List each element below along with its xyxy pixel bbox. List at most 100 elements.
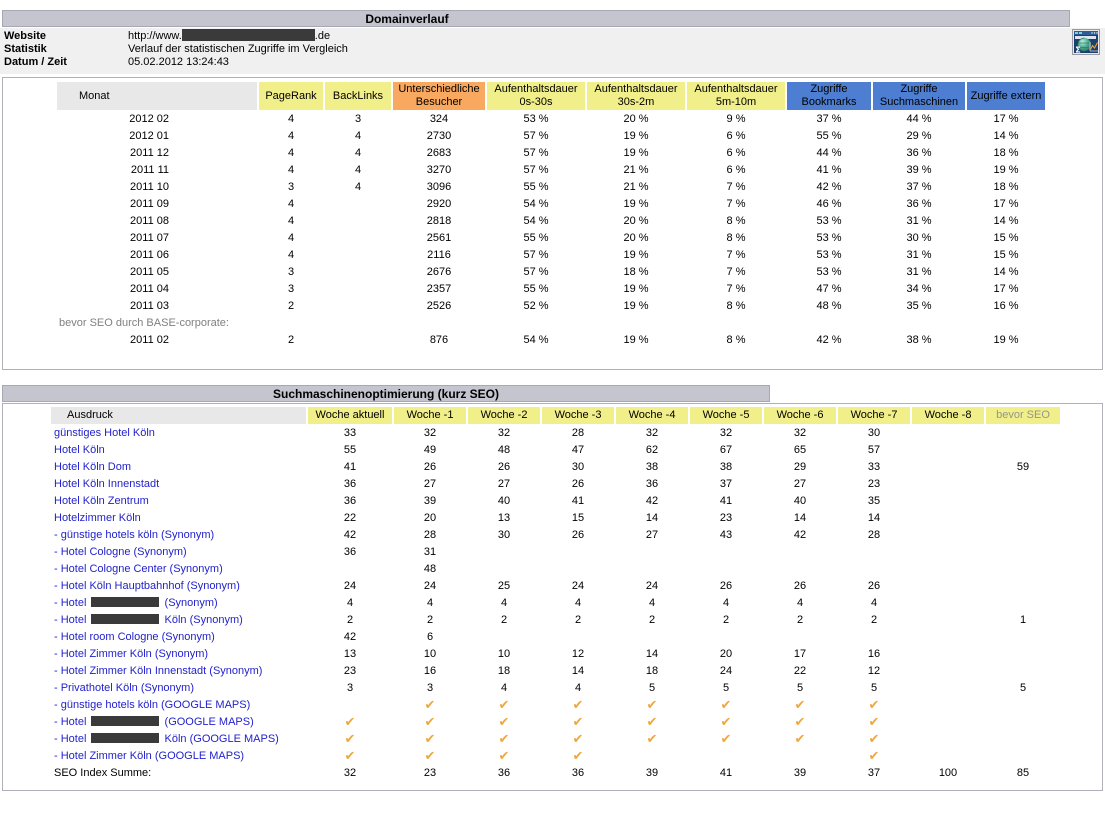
rank-value-cell: 36 xyxy=(616,475,688,492)
table-row: 2011 074256155 %20 %8 %53 %30 %15 % xyxy=(7,229,1045,246)
rank-value-cell: ✔ xyxy=(838,730,910,747)
check-icon: ✔ xyxy=(869,748,880,763)
rank-value-cell xyxy=(912,492,984,509)
spacer-cell xyxy=(7,764,49,781)
rank-value-cell: 16 xyxy=(838,645,910,662)
website-url-suffix: .de xyxy=(315,30,330,42)
stat-value-cell: 19 % xyxy=(967,331,1045,348)
stat-value-cell: 15 % xyxy=(967,246,1045,263)
keyword-link[interactable]: Hotel Köln xyxy=(51,441,306,458)
stat-value-cell xyxy=(325,297,391,314)
stat-value-cell: 31 % xyxy=(873,212,965,229)
keyword-row: - Hotel Köln (Synonym)222222221 xyxy=(7,611,1060,628)
check-icon: ✔ xyxy=(647,731,658,746)
keyword-link[interactable]: - Hotel room Cologne (Synonym) xyxy=(51,628,306,645)
rank-value-cell: 33 xyxy=(308,424,392,441)
rank-value-cell: 14 xyxy=(838,509,910,526)
stat-value-cell: 3 xyxy=(259,178,323,195)
rank-value-cell: 29 xyxy=(764,458,836,475)
stat-value-cell: 42 % xyxy=(787,178,871,195)
rank-value-cell xyxy=(912,747,984,764)
check-icon: ✔ xyxy=(425,748,436,763)
rank-value-cell: 2 xyxy=(838,611,910,628)
rank-value-cell: 14 xyxy=(764,509,836,526)
rank-value-cell: 36 xyxy=(308,475,392,492)
rank-value-cell: 4 xyxy=(308,594,392,611)
check-icon: ✔ xyxy=(425,731,436,746)
stat-value-cell: 35 % xyxy=(873,297,965,314)
keyword-row: - günstige hotels köln (Synonym)42283026… xyxy=(7,526,1060,543)
check-icon: ✔ xyxy=(721,697,732,712)
column-header-aufenthaltsdauer-5m-10m: Aufenthaltsdauer 5m-10m xyxy=(687,82,785,110)
rank-value-cell: 32 xyxy=(616,424,688,441)
table-row: 2011 032252652 %19 %8 %48 %35 %16 % xyxy=(7,297,1045,314)
keyword-link[interactable]: - Hotel (GOOGLE MAPS) xyxy=(51,713,306,730)
keyword-link[interactable]: - Hotel Köln (Synonym) xyxy=(51,611,306,628)
rank-value-cell: 16 xyxy=(394,662,466,679)
keyword-link[interactable]: Hotelzimmer Köln xyxy=(51,509,306,526)
rank-value-cell: 10 xyxy=(468,645,540,662)
keyword-link[interactable]: Hotel Köln Innenstadt xyxy=(51,475,306,492)
keyword-link[interactable]: - Hotel (Synonym) xyxy=(51,594,306,611)
rank-value-cell xyxy=(912,628,984,645)
rank-value-cell: 26 xyxy=(542,475,614,492)
stat-value-cell: 57 % xyxy=(487,263,585,280)
rank-value-cell: 27 xyxy=(394,475,466,492)
spacer-cell xyxy=(7,696,49,713)
rank-value-cell xyxy=(690,543,762,560)
keyword-link[interactable]: - Hotel Zimmer Köln Innenstadt (Synonym) xyxy=(51,662,306,679)
rank-value-cell xyxy=(912,441,984,458)
rank-value-cell: ✔ xyxy=(764,696,836,713)
pre-seo-data-row: 2011 02287654 %19 %8 %42 %38 %19 % xyxy=(7,331,1045,348)
rank-value-cell: 31 xyxy=(394,543,466,560)
keyword-link[interactable]: - günstige hotels köln (GOOGLE MAPS) xyxy=(51,696,306,713)
keyword-link[interactable]: - Hotel Cologne Center (Synonym) xyxy=(51,560,306,577)
keyword-link[interactable]: - Hotel Zimmer Köln (GOOGLE MAPS) xyxy=(51,747,306,764)
rank-value-cell: ✔ xyxy=(838,747,910,764)
stat-value-cell: 44 % xyxy=(787,144,871,161)
keyword-link[interactable]: - günstige hotels köln (Synonym) xyxy=(51,526,306,543)
rank-value-cell: 36 xyxy=(468,764,540,781)
keyword-link[interactable]: Hotel Köln Zentrum xyxy=(51,492,306,509)
rank-value-cell: 62 xyxy=(616,441,688,458)
keyword-link[interactable]: - Privathotel Köln (Synonym) xyxy=(51,679,306,696)
stat-value-cell: 7 % xyxy=(687,246,785,263)
rank-value-cell: 36 xyxy=(308,492,392,509)
column-header-aufenthaltsdauer-30s-2m: Aufenthaltsdauer 30s-2m xyxy=(587,82,685,110)
month-cell: 2012 01 xyxy=(57,127,257,144)
column-header-backlinks: BackLinks xyxy=(325,82,391,110)
keyword-link[interactable]: Hotel Köln Dom xyxy=(51,458,306,475)
rank-value-cell: 13 xyxy=(468,509,540,526)
domain-history-panel: MonatPageRankBackLinksUnterschiedliche B… xyxy=(2,77,1103,370)
rank-value-cell xyxy=(912,713,984,730)
rank-value-cell: ✔ xyxy=(690,713,762,730)
stat-value-cell: 3 xyxy=(259,280,323,297)
keyword-link[interactable]: - Hotel Köln (GOOGLE MAPS) xyxy=(51,730,306,747)
spacer-cell xyxy=(7,594,49,611)
stat-value-cell: 57 % xyxy=(487,127,585,144)
keyword-link[interactable]: - Hotel Zimmer Köln (Synonym) xyxy=(51,645,306,662)
domain-history-table: MonatPageRankBackLinksUnterschiedliche B… xyxy=(5,82,1047,348)
check-icon: ✔ xyxy=(647,697,658,712)
check-icon: ✔ xyxy=(795,697,806,712)
stat-value-cell: 20 % xyxy=(587,212,685,229)
rank-value-cell: 24 xyxy=(616,577,688,594)
column-header-monat: Monat xyxy=(57,82,257,110)
rank-value-cell: ✔ xyxy=(542,730,614,747)
seo-panel: AusdruckWoche aktuellWoche -1Woche -2Woc… xyxy=(2,403,1103,791)
stat-value-cell: 46 % xyxy=(787,195,871,212)
stat-value-cell: 53 % xyxy=(787,212,871,229)
keyword-row: - Hotel Zimmer Köln (GOOGLE MAPS)✔✔✔✔✔ xyxy=(7,747,1060,764)
stat-value-cell: 19 % xyxy=(587,280,685,297)
stat-value-cell: 19 % xyxy=(587,297,685,314)
stat-value-cell: 14 % xyxy=(967,127,1045,144)
rank-value-cell: 28 xyxy=(838,526,910,543)
rank-value-cell: 18 xyxy=(468,662,540,679)
domain-history-title: Domainverlauf xyxy=(2,10,1070,27)
keyword-link[interactable]: - Hotel Köln Hauptbahnhof (Synonym) xyxy=(51,577,306,594)
rank-value-cell: 55 xyxy=(308,441,392,458)
keyword-link[interactable]: günstiges Hotel Köln xyxy=(51,424,306,441)
stat-value-cell: 55 % xyxy=(487,229,585,246)
keyword-link[interactable]: - Hotel Cologne (Synonym) xyxy=(51,543,306,560)
stat-value-cell: 54 % xyxy=(487,212,585,229)
